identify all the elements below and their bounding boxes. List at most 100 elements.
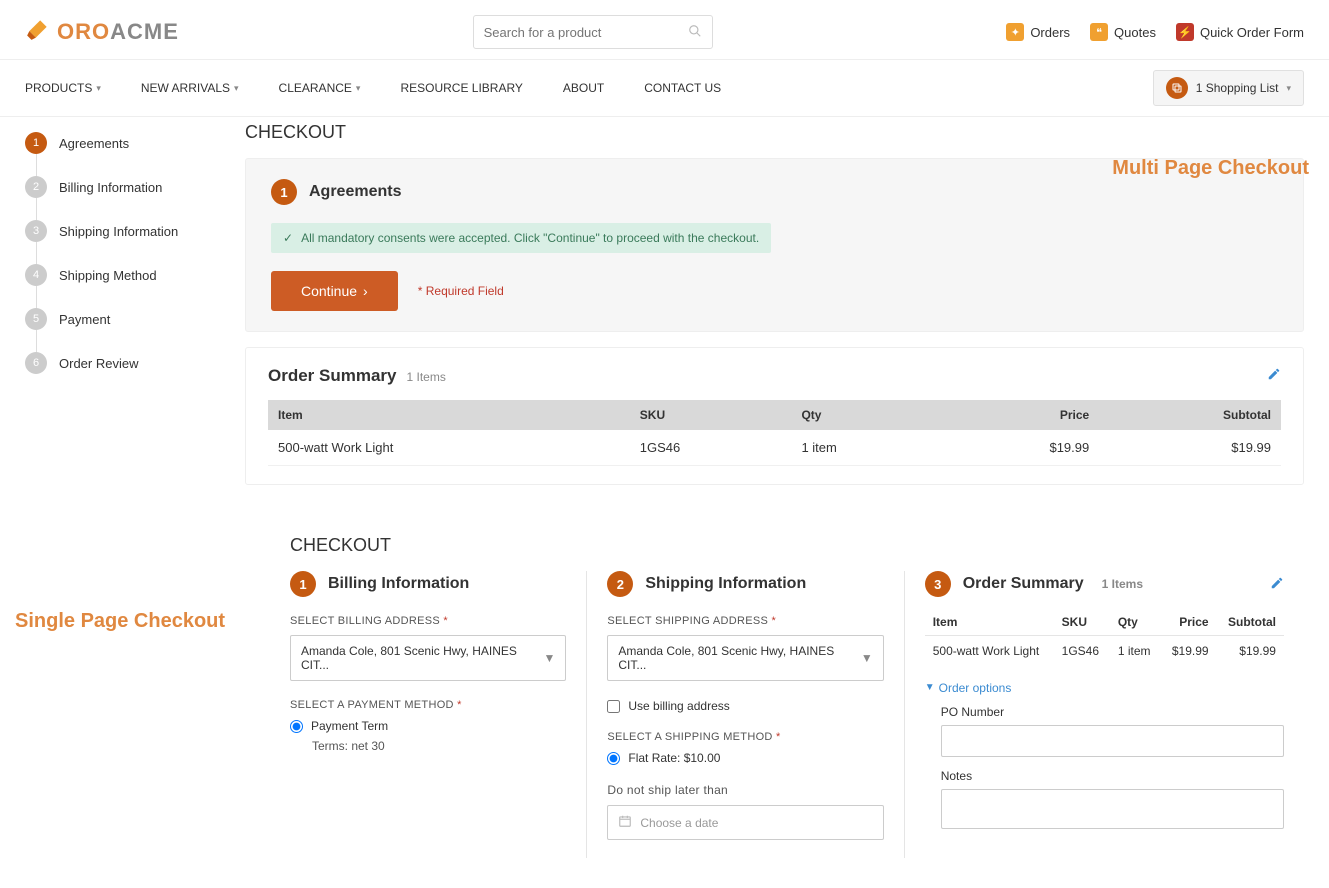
col-qty: Qty — [1110, 609, 1161, 636]
step-shipping-method[interactable]: 4 Shipping Method — [25, 264, 225, 286]
step-order-review[interactable]: 6 Order Review — [25, 352, 225, 374]
shipping-section-title: Shipping Information — [645, 575, 806, 593]
cell-sku: 1GS46 — [630, 430, 792, 466]
chevron-down-icon: ▾ — [356, 83, 361, 94]
section-number: 2 — [607, 571, 633, 597]
ship-date-placeholder: Choose a date — [640, 816, 718, 830]
quotes-icon: ❝ — [1090, 23, 1108, 41]
shipping-method-label: SELECT A SHIPPING METHOD * — [607, 731, 883, 743]
table-row: 500-watt Work Light 1GS46 1 item $19.99 … — [925, 636, 1284, 667]
nav-about[interactable]: ABOUT — [563, 81, 604, 95]
col-sku: SKU — [630, 400, 792, 430]
col-subtotal: Subtotal — [1099, 400, 1281, 430]
col-sku: SKU — [1054, 609, 1110, 636]
po-number-label: PO Number — [941, 705, 1284, 719]
checkout-steps: 1 Agreements 2 Billing Information 3 Shi… — [25, 122, 225, 485]
step-payment[interactable]: 5 Payment — [25, 308, 225, 330]
orders-link[interactable]: ✦ Orders — [1006, 23, 1070, 41]
col-item: Item — [925, 609, 1054, 636]
nav-resource-library[interactable]: RESOURCE LIBRARY — [400, 81, 522, 95]
table-row: 500-watt Work Light 1GS46 1 item $19.99 … — [268, 430, 1281, 466]
alert-text: All mandatory consents were accepted. Cl… — [301, 231, 759, 245]
continue-button[interactable]: Continue› — [271, 271, 398, 311]
step-number: 2 — [25, 176, 47, 198]
checkout-title: CHECKOUT — [245, 122, 1304, 143]
order-summary-title: Order Summary — [268, 366, 397, 386]
billing-address-label: SELECT BILLING ADDRESS * — [290, 615, 566, 627]
annotation-multi-page: Multi Page Checkout — [1112, 157, 1309, 180]
step-label: Shipping Information — [59, 224, 178, 239]
nav-products[interactable]: PRODUCTS▾ — [25, 81, 101, 95]
annotation-single-page: Single Page Checkout — [15, 610, 225, 633]
logo-text-2: ACME — [110, 19, 179, 45]
section-number: 3 — [925, 571, 951, 597]
step-billing[interactable]: 2 Billing Information — [25, 176, 225, 198]
order-summary-table: Item SKU Qty Price Subtotal 500-watt Wor… — [925, 609, 1284, 666]
step-agreements[interactable]: 1 Agreements — [25, 132, 225, 154]
nav-contact[interactable]: CONTACT US — [644, 81, 721, 95]
cell-subtotal: $19.99 — [1217, 636, 1284, 667]
use-billing-label: Use billing address — [628, 699, 729, 713]
quotes-link[interactable]: ❝ Quotes — [1090, 23, 1156, 41]
caret-down-icon: ▼ — [861, 651, 873, 665]
payment-term-radio[interactable]: Payment Term — [290, 719, 566, 733]
use-billing-checkbox-input[interactable] — [607, 700, 620, 713]
cell-qty: 1 item — [1110, 636, 1161, 667]
required-field-note: * Required Field — [418, 284, 504, 298]
order-options-label: Order options — [939, 681, 1012, 695]
search-box[interactable] — [473, 15, 713, 49]
checkout-title: CHECKOUT — [290, 535, 1304, 556]
billing-address-select[interactable]: Amanda Cole, 801 Scenic Hwy, HAINES CIT.… — [290, 635, 566, 681]
shopping-list-label: 1 Shopping List — [1196, 81, 1279, 95]
payment-term-label: Payment Term — [311, 719, 388, 733]
col-qty: Qty — [791, 400, 939, 430]
po-number-input[interactable] — [941, 725, 1284, 757]
order-summary-table: Item SKU Qty Price Subtotal 500-watt Wor… — [268, 400, 1281, 466]
check-icon: ✓ — [283, 231, 293, 245]
step-shipping-info[interactable]: 3 Shipping Information — [25, 220, 225, 242]
col-price: Price — [1161, 609, 1216, 636]
chevron-down-icon: ▾ — [1286, 83, 1291, 94]
order-options-toggle[interactable]: ▼ Order options — [925, 681, 1012, 695]
quick-order-label: Quick Order Form — [1200, 25, 1304, 40]
consent-alert: ✓ All mandatory consents were accepted. … — [271, 223, 771, 253]
col-price: Price — [940, 400, 1100, 430]
orders-label: Orders — [1030, 25, 1070, 40]
order-summary-title: Order Summary — [963, 575, 1084, 593]
logo-icon — [25, 16, 51, 48]
use-billing-checkbox[interactable]: Use billing address — [607, 699, 883, 713]
shopping-list-button[interactable]: 1 Shopping List ▾ — [1153, 70, 1304, 106]
chevron-down-icon: ▾ — [96, 83, 101, 94]
step-number: 1 — [25, 132, 47, 154]
caret-down-icon: ▼ — [543, 651, 555, 665]
step-label: Shipping Method — [59, 268, 157, 283]
notes-label: Notes — [941, 769, 1284, 783]
copy-icon — [1166, 77, 1188, 99]
caret-down-icon: ▼ — [925, 682, 935, 693]
payment-term-radio-input[interactable] — [290, 720, 303, 733]
ship-date-input[interactable]: Choose a date — [607, 805, 883, 840]
orders-icon: ✦ — [1006, 23, 1024, 41]
search-input[interactable] — [484, 25, 688, 40]
cell-sku: 1GS46 — [1054, 636, 1110, 667]
step-label: Billing Information — [59, 180, 162, 195]
payment-method-label: SELECT A PAYMENT METHOD * — [290, 699, 566, 711]
step-number: 3 — [25, 220, 47, 242]
order-summary-count: 1 Items — [1102, 577, 1143, 591]
step-number: 4 — [25, 264, 47, 286]
payment-terms-text: Terms: net 30 — [312, 739, 566, 753]
col-subtotal: Subtotal — [1217, 609, 1284, 636]
shipping-address-select[interactable]: Amanda Cole, 801 Scenic Hwy, HAINES CIT.… — [607, 635, 883, 681]
logo[interactable]: OROACME — [25, 16, 179, 48]
nav-new-arrivals[interactable]: NEW ARRIVALS▾ — [141, 81, 239, 95]
edit-icon[interactable] — [1267, 367, 1281, 384]
cell-price: $19.99 — [940, 430, 1100, 466]
search-icon[interactable] — [688, 24, 702, 41]
quick-order-link[interactable]: ⚡ Quick Order Form — [1176, 23, 1304, 41]
billing-section-title: Billing Information — [328, 575, 469, 593]
edit-icon[interactable] — [1270, 576, 1284, 593]
step-number: 5 — [25, 308, 47, 330]
notes-textarea[interactable] — [941, 789, 1284, 829]
nav-clearance[interactable]: CLEARANCE▾ — [279, 81, 361, 95]
cell-qty: 1 item — [791, 430, 939, 466]
